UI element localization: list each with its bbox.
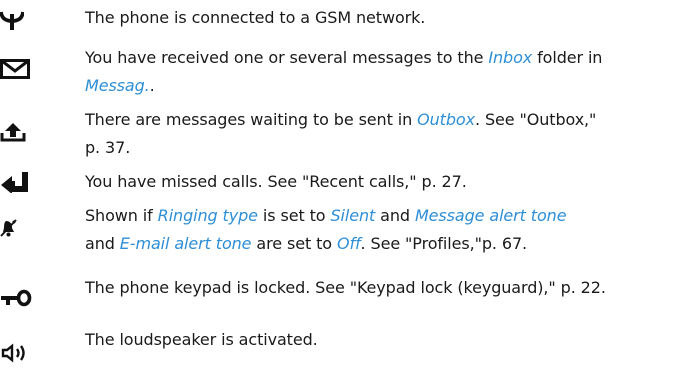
link-off[interactable]: Off [337, 234, 361, 253]
outbox-upload-icon [0, 122, 50, 162]
loudspeaker-icon [0, 343, 50, 383]
text-run: The phone is connected to a GSM network. [85, 8, 426, 27]
entry-text: Shown if Ringing type is set to Silent a… [85, 202, 660, 258]
text-run: . See "Profiles,"p. 67. [360, 234, 528, 253]
entry-text: The loudspeaker is activated. [85, 326, 660, 354]
link-message-alert-tone[interactable]: Message alert tone [415, 206, 567, 225]
text-run: . See "Outbox," [474, 110, 597, 129]
keypad-lock-key-icon [0, 289, 50, 329]
network-antenna-icon [0, 9, 50, 49]
text-run: The phone keypad is locked. See "Keypad … [85, 278, 606, 297]
entry-text: You have missed calls. See "Recent calls… [85, 168, 660, 196]
entry-text: The phone is connected to a GSM network. [85, 4, 660, 32]
text-run: is set to [257, 206, 331, 225]
text-run: and [375, 206, 415, 225]
text-line: You have received one or several message… [85, 44, 660, 72]
link-email-alert-tone[interactable]: E-mail alert tone [120, 234, 252, 253]
text-line: Messag.. [85, 72, 660, 100]
missed-call-arrow-icon [0, 171, 50, 211]
link-inbox[interactable]: Inbox [488, 48, 532, 67]
text-run: The loudspeaker is activated. [85, 330, 318, 349]
text-run: p. 37. [85, 138, 131, 157]
text-line: The loudspeaker is activated. [85, 326, 660, 354]
link-outbox[interactable]: Outbox [417, 110, 475, 129]
text-run: folder in [532, 48, 603, 67]
link-silent[interactable]: Silent [330, 206, 375, 225]
text-run: and [85, 234, 120, 253]
link-ringing-type[interactable]: Ringing type [158, 206, 258, 225]
text-run: are set to [251, 234, 337, 253]
text-line: The phone keypad is locked. See "Keypad … [85, 274, 660, 302]
text-run: You have missed calls. See "Recent calls… [85, 172, 467, 191]
link-messag[interactable]: Messag. [85, 76, 150, 95]
text-line: and E-mail alert tone are set to Off. Se… [85, 230, 660, 258]
text-line: There are messages waiting to be sent in… [85, 106, 660, 134]
text-run: You have received one or several message… [85, 48, 489, 67]
entry-text: You have received one or several message… [85, 44, 660, 100]
text-run: . [149, 76, 155, 95]
status-indicator-list: The phone is connected to a GSM network.… [0, 0, 674, 384]
entry-text: There are messages waiting to be sent in… [85, 106, 660, 162]
text-line: p. 37. [85, 134, 660, 162]
text-run: There are messages waiting to be sent in [85, 110, 418, 129]
text-line: The phone is connected to a GSM network. [85, 4, 660, 32]
text-line: You have missed calls. See "Recent calls… [85, 168, 660, 196]
text-line: Shown if Ringing type is set to Silent a… [85, 202, 660, 230]
envelope-icon [0, 59, 50, 99]
entry-text: The phone keypad is locked. See "Keypad … [85, 274, 660, 302]
text-run: Shown if [85, 206, 158, 225]
silent-bell-icon [0, 218, 50, 258]
